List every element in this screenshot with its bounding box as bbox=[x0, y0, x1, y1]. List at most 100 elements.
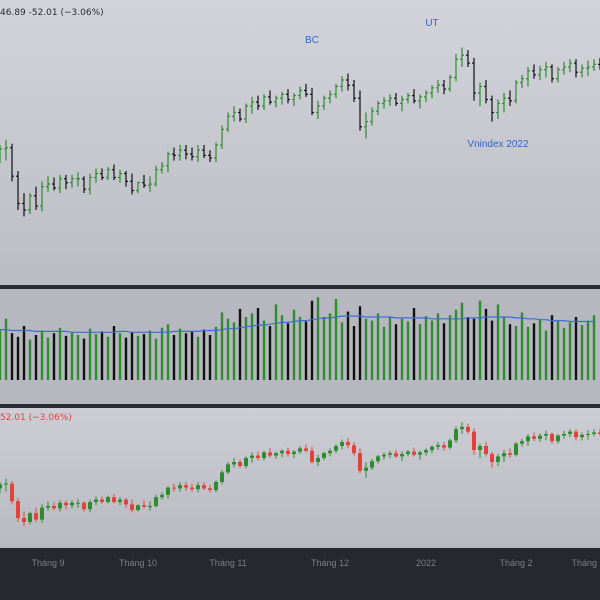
volume-bar bbox=[316, 297, 320, 380]
candle-body bbox=[448, 440, 452, 448]
volume-bar bbox=[226, 318, 230, 380]
candle-body bbox=[472, 431, 476, 450]
candle-body bbox=[184, 485, 188, 488]
ohlc-legend: 46.89 -52.01 (−3.06%) bbox=[0, 8, 104, 18]
volume-bar bbox=[388, 317, 392, 380]
volume-bar bbox=[286, 323, 290, 380]
candle-body bbox=[232, 462, 236, 465]
volume-bar bbox=[268, 326, 272, 380]
volume-bar bbox=[364, 318, 368, 380]
candle-body bbox=[574, 431, 578, 438]
volume-bar bbox=[172, 335, 176, 380]
candle-body bbox=[424, 450, 428, 453]
candle-body bbox=[214, 482, 218, 490]
candle-body bbox=[10, 483, 14, 502]
candle-body bbox=[280, 450, 284, 454]
volume-bar bbox=[118, 333, 122, 380]
candle-body bbox=[370, 461, 374, 468]
volume-bar bbox=[196, 336, 200, 380]
candle-body bbox=[550, 434, 554, 442]
volume-bar bbox=[562, 327, 566, 380]
volume-bar bbox=[262, 320, 266, 380]
volume-bar bbox=[490, 320, 494, 380]
candle-body bbox=[160, 494, 164, 498]
candle-body bbox=[484, 446, 488, 454]
chart-svg: BC UT Vnindex 2022 Tháng 9 Tháng 10 Tháng 11 T… bbox=[0, 18, 600, 568]
candle-body bbox=[100, 499, 104, 502]
candle-body bbox=[130, 504, 134, 510]
annotation-label: Vnindex 2022 bbox=[467, 139, 529, 150]
time-axis-label: Tháng 11 bbox=[209, 558, 246, 568]
volume-bar bbox=[76, 335, 80, 380]
volume-bar bbox=[454, 309, 458, 380]
candle-body bbox=[118, 499, 122, 502]
candle-body bbox=[322, 453, 326, 458]
candle-body bbox=[544, 434, 548, 436]
candle-body bbox=[304, 448, 308, 451]
candle-body bbox=[358, 453, 362, 471]
volume-bar bbox=[568, 322, 572, 380]
candle-body bbox=[94, 499, 98, 502]
volume-bar bbox=[424, 316, 428, 380]
volume-bar bbox=[412, 308, 416, 380]
volume-bar bbox=[130, 332, 134, 380]
volume-bar bbox=[208, 335, 212, 380]
volume-bar bbox=[82, 338, 86, 380]
candle-body bbox=[526, 436, 530, 442]
volume-bar bbox=[190, 331, 194, 380]
candle-body bbox=[172, 487, 176, 489]
candle-body bbox=[112, 497, 116, 502]
volume-bar bbox=[550, 315, 554, 380]
volume-bar bbox=[100, 331, 104, 380]
candle-body bbox=[58, 502, 62, 509]
candle-body bbox=[124, 499, 128, 505]
candle-body bbox=[454, 429, 458, 441]
volume-bar bbox=[400, 318, 404, 380]
volume-bar bbox=[352, 326, 356, 380]
volume-bar bbox=[94, 334, 98, 380]
time-axis-label: Tháng 9 bbox=[31, 558, 64, 568]
time-axis-label: Tháng 2 bbox=[499, 558, 532, 568]
volume-bar bbox=[310, 300, 314, 380]
candle-body bbox=[40, 507, 44, 520]
candle-body bbox=[298, 448, 302, 452]
volume-bar bbox=[136, 335, 140, 380]
volume-bar bbox=[142, 334, 146, 380]
volume-bar bbox=[124, 337, 128, 380]
candle-body bbox=[556, 435, 560, 442]
candle-body bbox=[340, 442, 344, 446]
candle-body bbox=[382, 454, 386, 457]
volume-bar bbox=[322, 317, 326, 380]
candle-body bbox=[346, 442, 350, 446]
volume-bar bbox=[328, 313, 332, 380]
volume-bar bbox=[256, 308, 260, 380]
candle-body bbox=[514, 443, 518, 455]
volume-bar bbox=[28, 339, 32, 380]
volume-bar bbox=[70, 332, 74, 380]
candle-body bbox=[406, 451, 410, 454]
volume-bar bbox=[574, 317, 578, 380]
time-axis-label: Tháng 3 bbox=[571, 558, 600, 568]
volume-bar bbox=[556, 320, 560, 380]
volume-bar bbox=[292, 309, 296, 380]
candle-body bbox=[586, 434, 590, 435]
candle-body bbox=[142, 505, 146, 507]
volume-bar bbox=[496, 304, 500, 380]
candle-body bbox=[538, 435, 542, 439]
volume-bar bbox=[160, 327, 164, 380]
candle-body bbox=[364, 467, 368, 471]
candle-body bbox=[394, 453, 398, 457]
volume-bar bbox=[0, 330, 2, 380]
volume-bar bbox=[430, 320, 434, 380]
candle-body bbox=[70, 502, 74, 506]
candle-body bbox=[64, 502, 68, 506]
time-axis-label: 2022 bbox=[416, 558, 436, 568]
volume-bar bbox=[466, 317, 470, 380]
volume-bar bbox=[232, 322, 236, 380]
candle-body bbox=[0, 484, 2, 489]
candle-body bbox=[34, 513, 38, 520]
volume-bar bbox=[406, 321, 410, 380]
candle-body bbox=[400, 454, 404, 457]
volume-bar bbox=[382, 326, 386, 380]
candle-body bbox=[226, 464, 230, 473]
